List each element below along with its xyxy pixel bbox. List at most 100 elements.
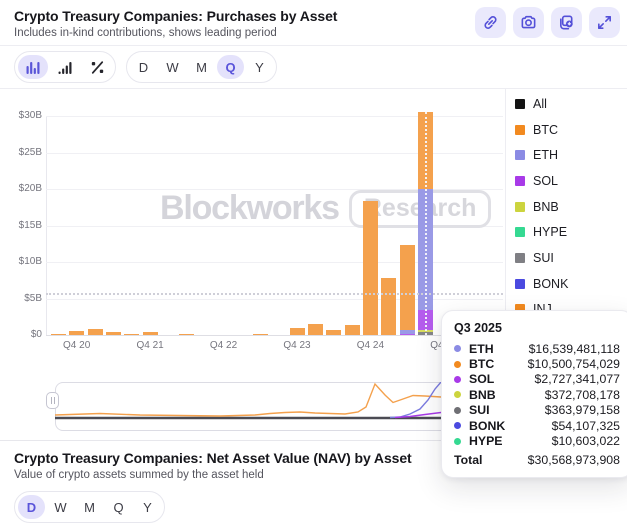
screenshot-button[interactable] (513, 7, 544, 38)
tooltip-asset-label: SUI (469, 403, 490, 417)
tooltip-asset-value: $54,107,325 (552, 419, 620, 433)
tooltip-asset-label: BONK (469, 419, 505, 433)
share-link-button[interactable] (475, 7, 506, 38)
chart-type-ascending-bars[interactable] (50, 55, 80, 79)
card-purchases-header: Crypto Treasury Companies: Purchases by … (0, 0, 627, 46)
legend-item-btc[interactable]: BTC (515, 117, 627, 143)
gridline (46, 116, 503, 117)
tooltip-rows: ETH$16,539,481,118BTC$10,500,754,029SOL$… (454, 341, 620, 449)
tooltip-dot (454, 361, 461, 368)
chart-type-stacked-bars[interactable] (18, 55, 48, 79)
header-actions (475, 7, 620, 38)
bar-btc[interactable] (69, 331, 84, 335)
x-axis-tick-label: Q4 24 (350, 340, 390, 351)
camera-icon (520, 14, 537, 31)
bar-btc[interactable] (326, 330, 341, 335)
legend-item-eth[interactable]: ETH (515, 142, 627, 168)
legend-item-bnb[interactable]: BNB (515, 194, 627, 220)
chart-toolbar: DWMQY (0, 46, 627, 89)
legend-item-bonk[interactable]: BONK (515, 271, 627, 297)
legend-label: ETH (533, 148, 558, 162)
legend-label: BONK (533, 277, 568, 291)
nav-period-d[interactable]: D (18, 495, 45, 519)
bar-btc[interactable] (400, 245, 415, 330)
blockworks-dashboard: { "header": { "title": "Crypto Treasury … (0, 0, 627, 516)
bar-btc[interactable] (51, 334, 66, 336)
legend-item-hype[interactable]: HYPE (515, 219, 627, 245)
bar-eth[interactable] (400, 330, 415, 334)
tooltip-row-hype: HYPE$10,603,022 (454, 433, 620, 448)
ascending-bars-icon (57, 60, 73, 75)
purchases-bar-chart[interactable]: Blockworks Research $0$5B$10B$15B$20B$25… (0, 89, 505, 379)
bar-sol[interactable] (400, 334, 415, 335)
tooltip-period-title: Q3 2025 (454, 321, 620, 335)
tooltip-asset-value: $372,708,178 (545, 388, 620, 402)
tooltip-asset-value: $2,727,341,077 (535, 372, 620, 386)
tooltip-total-label: Total (454, 453, 482, 467)
gridline (46, 153, 503, 154)
bar-btc[interactable] (381, 278, 396, 335)
legend-swatch (515, 150, 525, 160)
gridline (46, 262, 503, 263)
y-axis-tick-label: $10B (0, 256, 42, 267)
legend-item-sui[interactable]: SUI (515, 245, 627, 271)
purchases-period-d[interactable]: D (130, 55, 157, 79)
x-axis-tick-label: Q4 23 (277, 340, 317, 351)
legend-swatch (515, 202, 525, 212)
tooltip-row-btc: BTC$10,500,754,029 (454, 356, 620, 371)
nav-period-m[interactable]: M (76, 495, 103, 519)
bar-btc[interactable] (345, 325, 360, 335)
purchases-period-y[interactable]: Y (246, 55, 273, 79)
gridline (46, 299, 503, 300)
nav-period-y[interactable]: Y (134, 495, 161, 519)
tooltip-dot (454, 345, 461, 352)
bar-btc[interactable] (106, 332, 121, 335)
tooltip-dot (454, 376, 461, 383)
bar-btc[interactable] (143, 332, 158, 335)
range-left-handle[interactable] (46, 392, 59, 409)
tooltip-total-value: $30,568,973,908 (528, 453, 620, 467)
tooltip-asset-label: HYPE (469, 434, 503, 448)
watermark-brand: Blockworks (160, 189, 339, 228)
legend-swatch (515, 227, 525, 237)
bar-btc[interactable] (124, 334, 139, 336)
percent-icon (90, 60, 105, 75)
bar-btc[interactable] (308, 324, 323, 335)
legend-item-all[interactable]: All (515, 91, 627, 117)
fullscreen-button[interactable] (589, 7, 620, 38)
bar-btc[interactable] (363, 201, 378, 335)
tooltip-total-row: Total $30,568,973,908 (454, 453, 620, 467)
export-data-button[interactable] (551, 7, 582, 38)
tooltip-dot (454, 438, 461, 445)
legend-swatch (515, 125, 525, 135)
bar-btc[interactable] (253, 334, 268, 335)
nav-period-q[interactable]: Q (105, 495, 132, 519)
y-axis-tick-label: $0 (0, 329, 42, 340)
purchases-period-m[interactable]: M (188, 55, 215, 79)
legend-label: SOL (533, 174, 558, 188)
nav-period-w[interactable]: W (47, 495, 74, 519)
gridline (46, 335, 503, 336)
range-minimap (0, 379, 505, 440)
tooltip-asset-label: BNB (469, 388, 496, 402)
bar-btc[interactable] (179, 334, 194, 335)
purchases-period-q[interactable]: Q (217, 55, 244, 79)
legend-label: HYPE (533, 225, 567, 239)
chart-type-toggle (14, 51, 116, 83)
tooltip-dot (454, 407, 461, 414)
chart-type-percent[interactable] (82, 55, 112, 79)
stacked-bars-icon (25, 60, 41, 75)
tooltip-row-bnb: BNB $372,708,178 (454, 387, 620, 402)
legend-swatch (515, 253, 525, 263)
tooltip-asset-value: $363,979,158 (545, 403, 620, 417)
tooltip-asset-label: BTC (469, 357, 494, 371)
bar-btc[interactable] (290, 328, 305, 335)
purchases-period-w[interactable]: W (159, 55, 186, 79)
y-axis-tick-label: $5B (0, 293, 42, 304)
tooltip-dot (454, 391, 461, 398)
period-toggle: DWMQY (126, 51, 277, 83)
legend-item-sol[interactable]: SOL (515, 168, 627, 194)
bar-btc[interactable] (88, 329, 103, 335)
minimap-series-lines (55, 382, 503, 431)
link-icon (482, 14, 499, 31)
